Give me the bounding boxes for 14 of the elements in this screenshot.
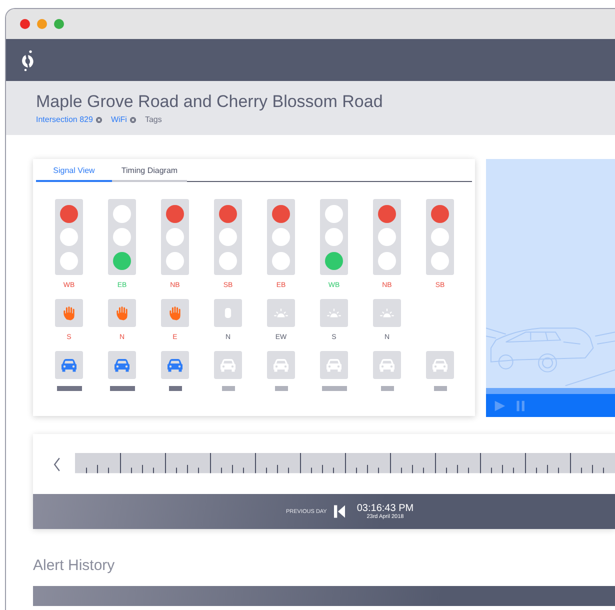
remove-icon[interactable] — [96, 116, 102, 122]
chevron-left-icon[interactable] — [53, 456, 61, 472]
timeline-ruler-drawing[interactable] — [75, 453, 615, 475]
tag-link[interactable]: Intersection 829 — [36, 115, 93, 124]
tab[interactable]: Timing Diagram — [112, 159, 187, 182]
remove-icon[interactable] — [130, 116, 136, 122]
tag-link[interactable]: WiFi — [110, 115, 127, 124]
section-heading: Alert History — [33, 557, 116, 574]
current-time: 03:16:43 PM — [356, 503, 414, 514]
skip-back-icon[interactable] — [334, 505, 345, 518]
close-button[interactable] — [20, 19, 30, 29]
tags-label[interactable]: Tags — [144, 115, 162, 124]
intersection-title: Maple Grove Road and Cherry Blossom Road — [36, 92, 384, 112]
tab[interactable]: Signal View — [36, 159, 112, 182]
